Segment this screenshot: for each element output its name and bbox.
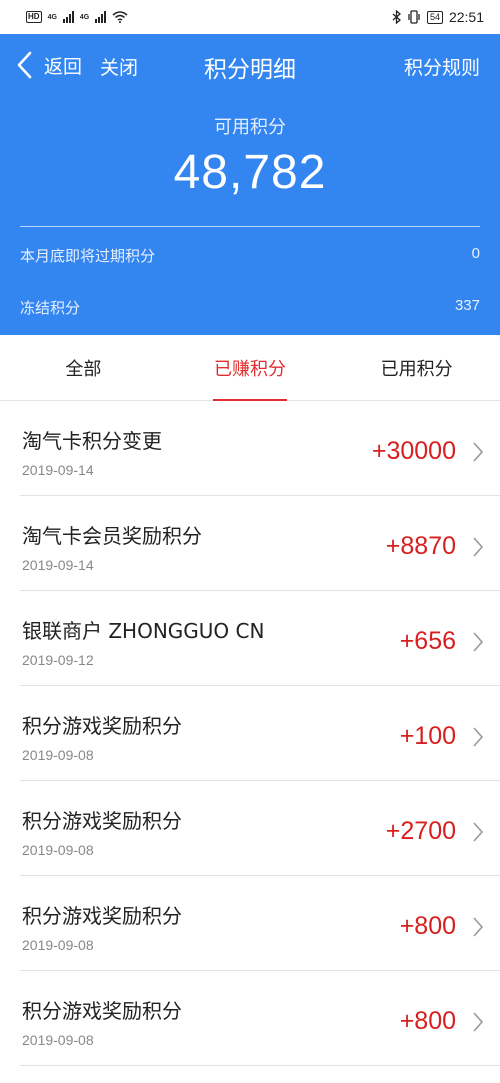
record-date: 2019-09-12 [22,652,94,668]
list-item[interactable]: 积分游戏奖励积分 2019-09-08 +800 [20,876,500,971]
list-item[interactable]: 淘气卡积分变更 2019-09-14 +30000 [20,401,500,496]
status-left: HD 4G 4G [26,11,128,23]
signal-label-1: 4G [47,13,57,21]
record-name: 积分游戏奖励积分 [22,714,182,738]
signal-icon [62,11,74,23]
record-amount: +800 [399,912,456,940]
clock: 22:51 [448,9,484,25]
record-date: 2019-09-08 [22,937,94,953]
record-date: 2019-09-14 [22,462,94,478]
tab-earned[interactable]: 已赚积分 [167,335,334,400]
record-amount: +2700 [385,817,456,845]
list-item[interactable]: 银联商户 ZHONGGUO CN 2019-09-12 +656 [20,591,500,686]
chevron-right-icon [473,632,484,652]
tab-all[interactable]: 全部 [0,335,167,400]
status-right: 54 22:51 [392,9,484,25]
available-points-label: 可用积分 [214,117,286,138]
record-date: 2019-09-14 [22,557,94,573]
chevron-right-icon [473,1012,484,1032]
filter-tabs: 全部 已赚积分 已用积分 [0,335,500,401]
list-item[interactable]: 积分游戏奖励积分 2019-09-08 +2700 [20,781,500,876]
chevron-right-icon [473,537,484,557]
nav-bar: 返回 关闭 积分明细 积分规则 [0,34,500,96]
bluetooth-icon [392,10,401,24]
record-name: 银联商户 ZHONGGUO CN [22,619,265,643]
record-name: 积分游戏奖励积分 [22,999,182,1023]
wifi-icon [112,11,128,23]
chevron-right-icon [473,917,484,937]
vibrate-icon [408,10,420,24]
frozen-points-label: 冻结积分 [20,299,81,317]
record-name: 淘气卡积分变更 [22,429,162,453]
list-item[interactable]: 积分游戏奖励积分 2019-09-08 +100 [20,686,500,781]
points-rules-link[interactable]: 积分规则 [404,53,480,80]
chevron-right-icon [473,727,484,747]
expiring-points-label: 本月底即将过期积分 [20,247,156,265]
frozen-points-row: 冻结积分 337 [20,297,480,318]
chevron-right-icon [473,822,484,842]
list-item[interactable]: 淘气卡会员奖励积分 2019-09-14 +8870 [20,496,500,591]
record-date: 2019-09-08 [22,747,94,763]
hd-badge: HD [26,11,42,23]
record-amount: +656 [399,627,456,655]
record-amount: +100 [399,722,456,750]
points-record-list: 淘气卡积分变更 2019-09-14 +30000 淘气卡会员奖励积分 2019… [0,401,500,1066]
expiring-points-value: 0 [471,245,480,262]
record-name: 积分游戏奖励积分 [22,809,182,833]
header-divider [20,226,480,227]
record-name: 淘气卡会员奖励积分 [22,524,202,548]
available-points-value: 48,782 [173,146,327,199]
chevron-right-icon [473,442,484,462]
status-bar: HD 4G 4G 54 22:51 [0,0,500,34]
signal-icon [95,11,107,23]
tab-used[interactable]: 已用积分 [333,335,500,400]
record-name: 积分游戏奖励积分 [22,904,182,928]
record-amount: +30000 [371,437,456,465]
signal-label-2: 4G [79,13,90,21]
record-date: 2019-09-08 [22,1032,94,1048]
points-header: 返回 关闭 积分明细 积分规则 可用积分 48,782 本月底即将过期积分 0 … [0,34,500,335]
battery-icon: 54 [426,10,443,24]
frozen-points-value: 337 [454,297,480,314]
record-date: 2019-09-08 [22,842,94,858]
expiring-points-row: 本月底即将过期积分 0 [20,245,480,266]
record-amount: +800 [399,1007,456,1035]
list-item[interactable]: 积分游戏奖励积分 2019-09-08 +800 [20,971,500,1066]
record-amount: +8870 [385,532,456,560]
